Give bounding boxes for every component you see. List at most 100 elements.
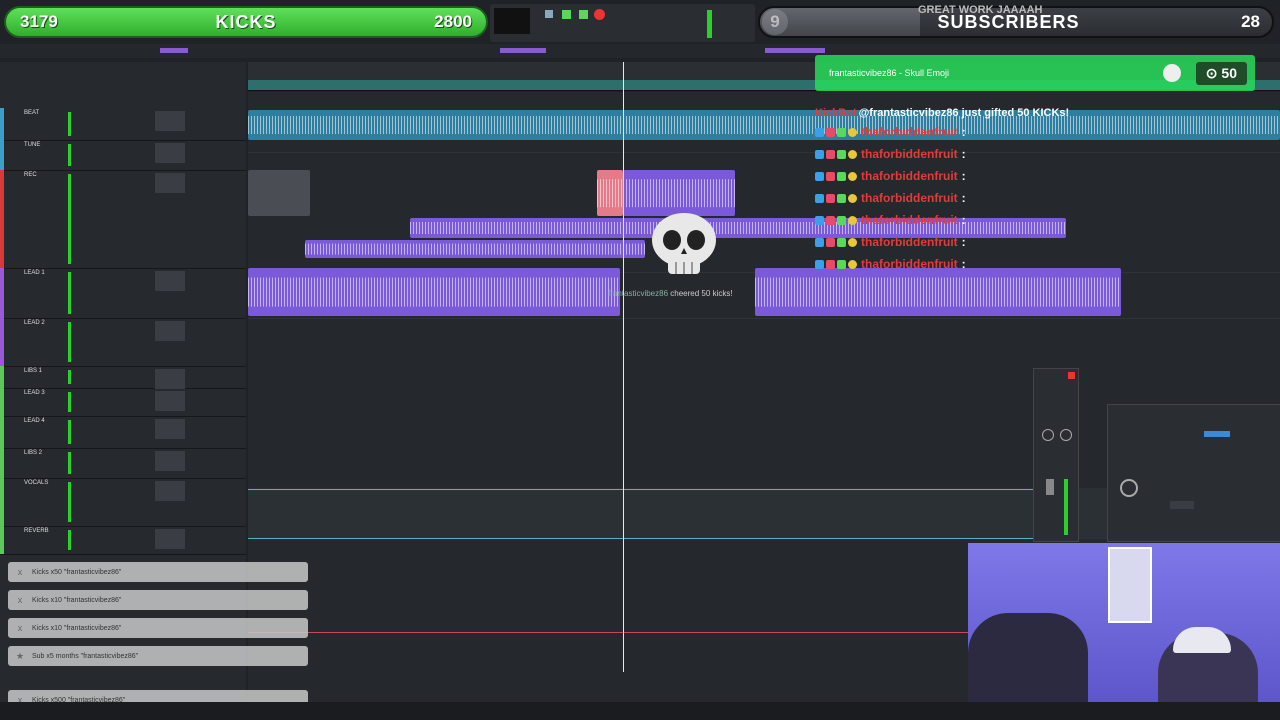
- track-header[interactable]: LEAD 2: [0, 318, 246, 367]
- record-button[interactable]: [594, 9, 605, 20]
- track-header[interactable]: VOCALS: [0, 478, 246, 527]
- track-name[interactable]: REC: [24, 172, 37, 178]
- playhead[interactable]: [623, 62, 624, 672]
- chat-message: :: [961, 257, 966, 271]
- track-color-bar: [0, 448, 4, 478]
- chat-username: thaforbiddenfruit: [861, 213, 958, 227]
- chat-username: thaforbiddenfruit: [861, 147, 958, 161]
- track-name[interactable]: LEAD 2: [24, 320, 45, 326]
- coin-icon: [848, 215, 857, 225]
- chat-overlay: KickBot @frantasticvibez86 just gifted 5…: [815, 105, 1235, 275]
- track-header[interactable]: LEAD 4: [0, 416, 246, 449]
- track-name[interactable]: BEAT: [24, 110, 39, 116]
- compare-button[interactable]: [1204, 431, 1230, 437]
- track-name[interactable]: LEAD 1: [24, 270, 45, 276]
- heart-icon: [826, 171, 835, 181]
- coin-icon: [848, 193, 857, 203]
- star-icon: [837, 237, 846, 247]
- track-inserts[interactable]: [155, 143, 185, 163]
- badge-icon: [815, 215, 824, 225]
- cheer-unit: kicks!: [712, 289, 733, 298]
- tip-alert-amount: ⊙ 50: [1195, 61, 1247, 85]
- fader[interactable]: [1046, 479, 1054, 495]
- knob-icon[interactable]: [1060, 429, 1072, 441]
- send-plugin-window[interactable]: [1033, 368, 1079, 542]
- chat-badges: [815, 193, 857, 203]
- audio-clip-lead-main[interactable]: [755, 268, 1121, 316]
- heart-icon: [826, 237, 835, 247]
- learn-button[interactable]: [1170, 501, 1194, 509]
- track-header[interactable]: LEAD 1: [0, 268, 246, 319]
- track-name[interactable]: LEAD 3: [24, 390, 45, 396]
- loop-button[interactable]: [579, 10, 588, 19]
- kicks-label: KICKS: [215, 11, 277, 32]
- track-header[interactable]: REC: [0, 170, 246, 269]
- track-header[interactable]: LIBS 2: [0, 448, 246, 479]
- track-inserts[interactable]: [155, 111, 185, 131]
- track-color-bar: [0, 366, 4, 388]
- skull-small-icon: [1163, 64, 1181, 82]
- coin-icon: [848, 237, 857, 247]
- chat-username: thaforbiddenfruit: [861, 125, 958, 139]
- close-icon[interactable]: [1068, 372, 1075, 379]
- track-name[interactable]: VOCALS: [24, 480, 48, 486]
- play-button[interactable]: [562, 10, 571, 19]
- track-header[interactable]: TUNE: [0, 140, 246, 171]
- track-inserts[interactable]: [155, 529, 185, 549]
- track-color-bar: [0, 108, 4, 140]
- track-meter: [68, 112, 71, 136]
- autotune-plugin-window[interactable]: [1107, 404, 1280, 542]
- track-inserts[interactable]: [155, 481, 185, 501]
- track-meter: [68, 272, 71, 314]
- track-meter: [68, 530, 71, 550]
- chat-row: thaforbiddenfruit:: [815, 165, 1235, 187]
- stop-button[interactable]: [545, 10, 553, 18]
- track-header[interactable]: LEAD 3: [0, 388, 246, 417]
- notification-icon: ★: [15, 650, 25, 661]
- track-inserts[interactable]: [155, 369, 185, 389]
- chat-username: thaforbiddenfruit: [861, 169, 958, 183]
- track-meter: [68, 322, 71, 362]
- track-inserts[interactable]: [155, 271, 185, 291]
- marker: [500, 48, 546, 53]
- track-meter: [68, 482, 71, 522]
- coin-icon: [848, 127, 857, 137]
- badge-icon: [815, 193, 824, 203]
- track-header[interactable]: REVERB: [0, 526, 246, 555]
- chat-row: thaforbiddenfruit:: [815, 231, 1235, 253]
- track-name[interactable]: TUNE: [24, 142, 40, 148]
- track-inserts[interactable]: [155, 451, 185, 471]
- tracking-knob-icon[interactable]: [1120, 479, 1138, 497]
- track-meter: [68, 144, 71, 166]
- track-name[interactable]: LIBS 2: [24, 450, 42, 456]
- track-color-bar: [0, 268, 4, 318]
- chat-badges: [815, 171, 857, 181]
- memory-locations: [2, 66, 42, 98]
- subscribers-goal: 28: [1241, 12, 1260, 31]
- heart-icon: [826, 127, 835, 137]
- star-icon: [837, 193, 846, 203]
- track-name[interactable]: LIBS 1: [24, 368, 42, 374]
- audio-clip-rec[interactable]: [248, 170, 310, 216]
- level-meter: [707, 10, 712, 38]
- audio-clip-lead-main[interactable]: [248, 268, 620, 316]
- chat-badges: [815, 237, 857, 247]
- track-inserts[interactable]: [155, 419, 185, 439]
- notification-text: Kicks x50 "frantasticvibez86": [32, 568, 122, 576]
- track-name[interactable]: REVERB: [24, 528, 49, 534]
- audio-clip-rec-selected[interactable]: [597, 170, 623, 216]
- track-meter: [68, 420, 71, 444]
- chat-badges: [815, 127, 857, 137]
- track-inserts[interactable]: [155, 173, 185, 193]
- transport-panel[interactable]: [490, 4, 755, 42]
- track-inserts[interactable]: [155, 321, 185, 341]
- track-inserts[interactable]: [155, 391, 185, 411]
- track-header[interactable]: BEAT: [0, 108, 246, 141]
- track-color-bar: [0, 170, 4, 268]
- track-header[interactable]: LIBS 1: [0, 366, 246, 389]
- status-strip: [0, 702, 1280, 720]
- track-name[interactable]: LEAD 4: [24, 418, 45, 424]
- audio-clip-lead[interactable]: [305, 240, 645, 258]
- chat-username: thaforbiddenfruit: [861, 235, 958, 249]
- knob-icon[interactable]: [1042, 429, 1054, 441]
